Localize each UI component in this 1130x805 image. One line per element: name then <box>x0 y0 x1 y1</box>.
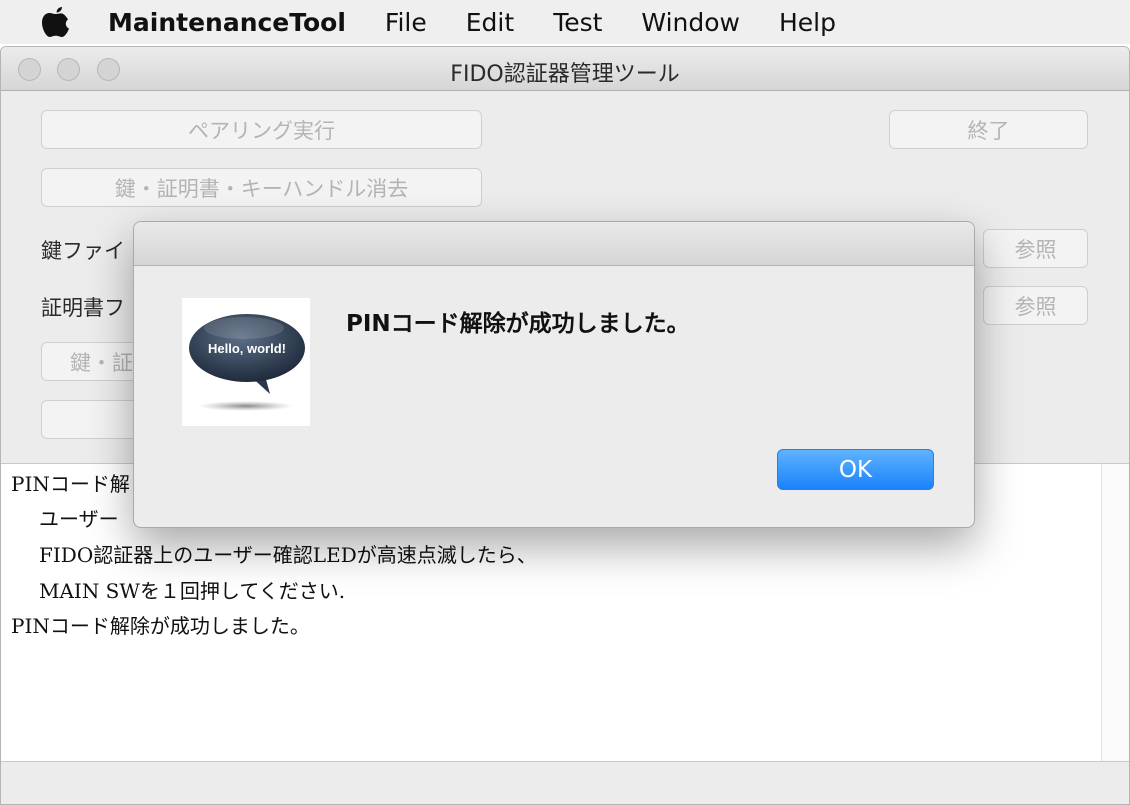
log-line: MAIN SWを１回押してください. <box>39 579 346 603</box>
menu-window[interactable]: Window <box>641 8 740 37</box>
apple-icon[interactable] <box>40 4 72 40</box>
menu-bar: MaintenanceTool File Edit Test Window He… <box>0 0 1130 44</box>
cert-file-label: 証明書フ <box>41 296 125 320</box>
alert-titlebar <box>134 222 974 266</box>
browse-cert-button[interactable]: 参照 <box>983 286 1088 325</box>
menu-file[interactable]: File <box>385 8 427 37</box>
alert-message: PINコード解除が成功しました。 <box>346 311 690 337</box>
key-file-label: 鍵ファイ <box>41 239 125 263</box>
status-strip <box>1 761 1129 804</box>
window-titlebar[interactable]: FIDO認証器管理ツール <box>1 47 1129 91</box>
alert-dialog: Hello, world! PINコード解除が成功しました。 OK <box>133 221 975 528</box>
log-line: FIDO認証器上のユーザー確認LEDが高速点滅したら、 <box>39 543 537 567</box>
log-line: ユーザー <box>39 507 119 531</box>
pairing-button[interactable]: ペアリング実行 <box>41 110 482 149</box>
ok-button[interactable]: OK <box>777 449 934 490</box>
menu-edit[interactable]: Edit <box>466 8 514 37</box>
menu-test[interactable]: Test <box>553 8 602 37</box>
logo-text: Hello, world! <box>208 341 286 356</box>
window-title: FIDO認証器管理ツール <box>450 62 680 87</box>
log-line: PINコード解 <box>11 472 130 496</box>
browse-key-button[interactable]: 参照 <box>983 229 1088 268</box>
quit-button[interactable]: 終了 <box>889 110 1088 149</box>
menu-app-name[interactable]: MaintenanceTool <box>108 8 346 37</box>
erase-key-cert-button[interactable]: 鍵・証明書・キーハンドル消去 <box>41 168 482 207</box>
log-line: PINコード解除が成功しました。 <box>11 614 310 638</box>
menu-help[interactable]: Help <box>779 8 836 37</box>
log-scrollbar[interactable] <box>1101 463 1129 761</box>
app-logo-icon: Hello, world! <box>182 298 310 426</box>
